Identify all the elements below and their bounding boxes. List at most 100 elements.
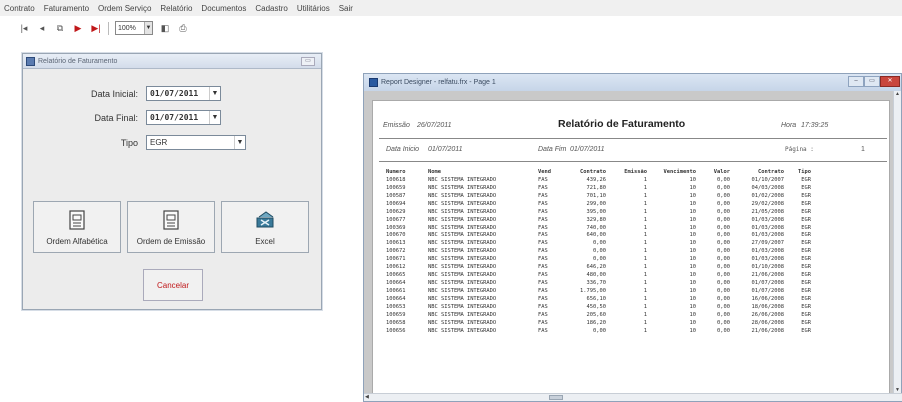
table-cell: 100664: [386, 280, 406, 287]
chevron-down-icon: ▼: [144, 22, 152, 34]
table-cell: FAS: [538, 256, 548, 263]
dialog-body: Data Inicial: 01/07/2011 ▼ Data Final: 0…: [23, 69, 321, 309]
zoom-page-icon[interactable]: ◧: [159, 22, 171, 34]
table-row: 100369 NBC SISTEMA INTEGRADO FAS 740,00 1 10 0…: [386, 224, 811, 232]
dialog-titlebar: Relatório de Faturamento ▭: [23, 54, 321, 69]
copy-icon[interactable]: ⧉: [54, 22, 66, 34]
table-cell: 10: [689, 216, 697, 223]
data-inicial-label: Data Inicial:: [90, 89, 138, 99]
table-cell: NBC SISTEMA INTEGRADO: [428, 176, 497, 183]
print-icon[interactable]: ⎙: [177, 22, 189, 34]
menu-contrato[interactable]: Contrato: [4, 4, 35, 13]
menu-documentos[interactable]: Documentos: [201, 4, 246, 13]
table-cell: FAS: [538, 311, 548, 318]
ordem-alfabetica-button[interactable]: Ordem Alfabética: [33, 201, 121, 253]
table-row: 100587 NBC SISTEMA INTEGRADO FAS 701,10 1 10 0…: [386, 192, 811, 200]
table-row: 100656 NBC SISTEMA INTEGRADO FAS 0,00 1 10 0,0…: [386, 327, 811, 335]
table-cell: 1: [643, 256, 647, 263]
app-icon: [26, 56, 35, 66]
table-cell: NBC SISTEMA INTEGRADO: [428, 327, 497, 334]
horizontal-scrollbar[interactable]: ◀: [364, 393, 902, 401]
next-page-icon[interactable]: ▶: [72, 22, 84, 34]
table-cell: 640,00: [586, 232, 606, 239]
tipo-value: EGR: [150, 138, 168, 147]
table-cell: NBC SISTEMA INTEGRADO: [428, 216, 497, 223]
table-cell: 16/06/2008: [751, 295, 784, 302]
table-row: 100658 NBC SISTEMA INTEGRADO FAS 186,20 1 10 0…: [386, 319, 811, 327]
minimize-button[interactable]: –: [848, 76, 864, 87]
table-cell: 100656: [386, 327, 406, 334]
table-cell: 26/06/2008: [751, 311, 784, 318]
vertical-scrollbar[interactable]: ▲ ▼: [893, 91, 901, 395]
menu-relatorio[interactable]: Relatório: [160, 4, 192, 13]
table-cell: 0,00: [717, 216, 730, 223]
table-cell: EGR: [801, 216, 811, 223]
pagina-label: Página :: [785, 146, 814, 153]
table-row: 100670 NBC SISTEMA INTEGRADO FAS 640,00 1 10 0…: [386, 232, 811, 240]
minimize-button[interactable]: ▭: [301, 57, 315, 66]
table-row: 100664 NBC SISTEMA INTEGRADO FAS 656,10 1 10 0…: [386, 295, 811, 303]
table-cell: 186,20: [586, 319, 606, 326]
table-cell: EGR: [801, 280, 811, 287]
table-cell: 395,00: [586, 208, 606, 215]
column-header: Valor: [713, 168, 730, 175]
prev-page-icon[interactable]: ◂: [36, 22, 48, 34]
menu-cadastro[interactable]: Cadastro: [255, 4, 287, 13]
table-cell: 100658: [386, 319, 406, 326]
table-cell: 100618: [386, 176, 406, 183]
table-cell: NBC SISTEMA INTEGRADO: [428, 256, 497, 263]
maximize-button[interactable]: ▭: [864, 76, 880, 87]
table-cell: FAS: [538, 184, 548, 191]
cancelar-button[interactable]: Cancelar: [143, 269, 203, 301]
table-cell: 18/06/2008: [751, 303, 784, 310]
zoom-select[interactable]: 100% ▼: [115, 21, 153, 35]
table-cell: 10: [689, 256, 697, 263]
ordem-emissao-button[interactable]: Ordem de Emissão: [127, 201, 215, 253]
data-inicial-field[interactable]: 01/07/2011 ▼: [146, 86, 221, 101]
data-final-value: 01/07/2011: [150, 113, 199, 122]
table-cell: NBC SISTEMA INTEGRADO: [428, 311, 497, 318]
scroll-left-icon[interactable]: ◀: [365, 394, 369, 400]
table-cell: FAS: [538, 280, 548, 287]
table-cell: 1: [643, 311, 647, 318]
column-header: Numero: [386, 168, 406, 175]
report-window-titlebar: Report Designer - relfatu.frx - Page 1 –…: [364, 74, 901, 91]
close-button[interactable]: ✕: [880, 76, 900, 87]
table-cell: 0,00: [717, 303, 730, 310]
table-cell: 0,00: [593, 240, 606, 247]
table-cell: 10: [689, 295, 697, 302]
tipo-select[interactable]: EGR ▼: [146, 135, 246, 150]
menu-faturamento[interactable]: Faturamento: [44, 4, 89, 13]
scroll-up-icon[interactable]: ▲: [894, 91, 901, 99]
table-cell: NBC SISTEMA INTEGRADO: [428, 208, 497, 215]
excel-button[interactable]: Excel: [221, 201, 309, 253]
table-cell: EGR: [801, 264, 811, 271]
menu-ordem-servico[interactable]: Ordem Serviço: [98, 4, 151, 13]
cancelar-label: Cancelar: [156, 280, 189, 290]
table-cell: FAS: [538, 295, 548, 302]
table-cell: EGR: [801, 248, 811, 255]
table-cell: 1: [643, 264, 647, 271]
first-page-icon[interactable]: |◂: [18, 22, 30, 34]
table-cell: 10: [689, 208, 697, 215]
emissao-value: 26/07/2011: [417, 122, 452, 129]
table-cell: FAS: [538, 232, 548, 239]
chevron-down-icon: ▼: [234, 136, 245, 149]
menu-sair[interactable]: Sair: [339, 4, 353, 13]
data-final-field[interactable]: 01/07/2011 ▼: [146, 110, 221, 125]
last-page-icon[interactable]: ▶|: [90, 22, 102, 34]
table-cell: NBC SISTEMA INTEGRADO: [428, 303, 497, 310]
menu-utilitarios[interactable]: Utilitários: [297, 4, 330, 13]
table-cell: 01/03/2008: [751, 256, 784, 263]
header-divider: [379, 138, 887, 139]
table-cell: EGR: [801, 192, 811, 199]
table-cell: 0,00: [717, 208, 730, 215]
table-cell: 100587: [386, 192, 406, 199]
table-cell: 1: [643, 319, 647, 326]
table-cell: 10: [689, 319, 697, 326]
table-cell: 0,00: [717, 264, 730, 271]
scroll-thumb[interactable]: [549, 395, 563, 400]
data-fim-value: 01/07/2011: [570, 146, 605, 153]
table-cell: 10: [689, 200, 697, 207]
table-cell: NBC SISTEMA INTEGRADO: [428, 192, 497, 199]
